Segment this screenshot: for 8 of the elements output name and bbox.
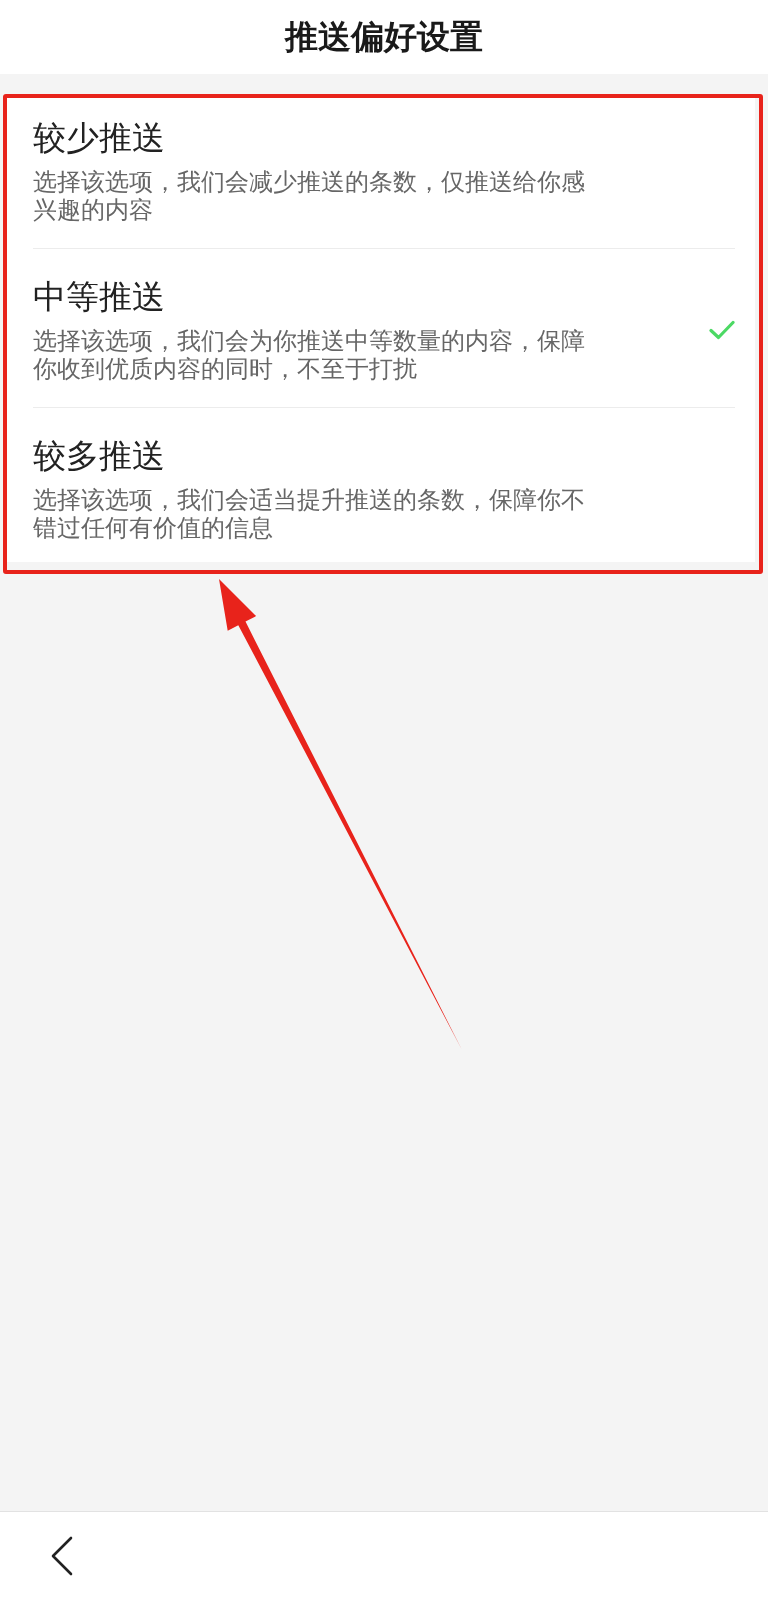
chevron-left-icon	[50, 1536, 74, 1576]
option-description: 选择该选项，我们会减少推送的条数，仅推送给你感兴趣的内容	[33, 168, 586, 224]
option-title[interactable]: 较少推送	[33, 118, 593, 158]
option-title[interactable]: 较多推送	[33, 436, 593, 476]
option-description: 选择该选项，我们会为你推送中等数量的内容，保障你收到优质内容的同时，不至于打扰	[33, 327, 586, 383]
option-description: 选择该选项，我们会适当提升推送的条数，保障你不错过任何有价值的信息	[33, 486, 586, 542]
page-title: 推送偏好设置	[285, 17, 483, 57]
option-title[interactable]: 中等推送	[33, 277, 593, 317]
